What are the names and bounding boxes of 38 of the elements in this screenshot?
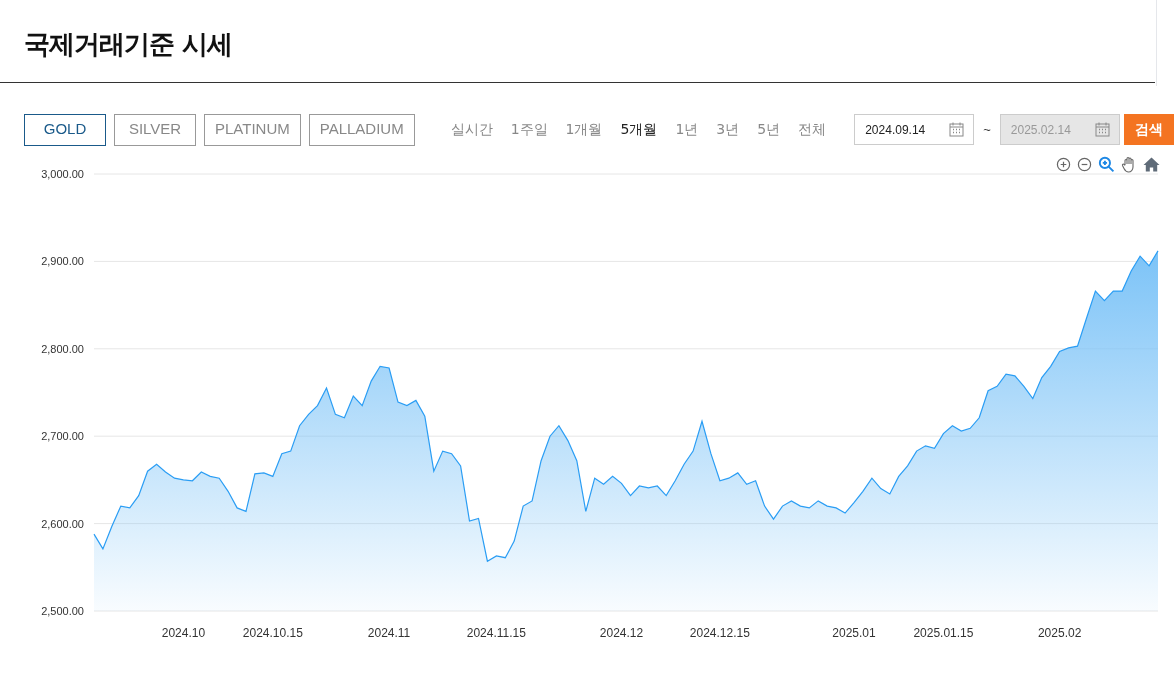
y-axis-label: 2,800.00 xyxy=(41,342,84,355)
period-tab[interactable]: 1주일 xyxy=(510,119,548,140)
x-axis-label: 2025.01 xyxy=(832,626,876,640)
period-tab[interactable]: 전체 xyxy=(798,119,827,140)
x-axis-label: 2025.02 xyxy=(1037,626,1082,640)
period-tab[interactable]: 1개월 xyxy=(565,119,603,140)
y-axis-label: 2,600.00 xyxy=(41,517,84,530)
y-axis-label: 2,900.00 xyxy=(41,255,84,268)
search-button[interactable]: 검색 xyxy=(1123,114,1174,145)
metal-tab[interactable]: PALLADIUM xyxy=(308,113,415,146)
x-axis-label: 2024.10.15 xyxy=(242,626,303,640)
period-tab[interactable]: 5개월 xyxy=(620,119,658,140)
hand-pan-icon[interactable] xyxy=(1121,156,1137,173)
metal-tab[interactable]: GOLD xyxy=(24,113,106,146)
range-separator: ~ xyxy=(983,120,991,139)
period-tab[interactable]: 실시간 xyxy=(450,119,493,140)
period-tab[interactable]: 1년 xyxy=(675,119,699,140)
calendar-icon[interactable] xyxy=(949,122,965,137)
page-title: 국제거래기준 시세 xyxy=(24,28,234,61)
metal-tab[interactable]: SILVER xyxy=(114,113,196,146)
y-axis-label: 2,700.00 xyxy=(41,430,84,443)
home-icon[interactable] xyxy=(1143,157,1160,172)
y-axis-label: 2,500.00 xyxy=(41,605,84,617)
x-axis-label: 2024.11.15 xyxy=(466,626,526,640)
metal-tab[interactable]: PLATINUM xyxy=(204,113,301,146)
period-tab[interactable]: 3년 xyxy=(716,119,740,140)
x-axis-label: 2024.12.15 xyxy=(689,626,750,640)
magnifier-zoom-icon[interactable] xyxy=(1098,156,1115,173)
calendar-icon[interactable] xyxy=(1094,122,1110,137)
zoom-out-icon[interactable] xyxy=(1077,157,1092,172)
y-axis-label: 3,000.00 xyxy=(41,168,84,180)
x-axis-label: 2024.11 xyxy=(367,626,411,640)
x-axis-label: 2024.10 xyxy=(161,626,206,640)
zoom-in-icon[interactable] xyxy=(1056,157,1071,172)
date-field[interactable]: 2024.09.14 xyxy=(854,114,975,145)
period-tab[interactable]: 5년 xyxy=(757,119,781,140)
x-axis-label: 2025.01.15 xyxy=(913,626,974,640)
x-axis-label: 2024.12 xyxy=(599,626,644,640)
